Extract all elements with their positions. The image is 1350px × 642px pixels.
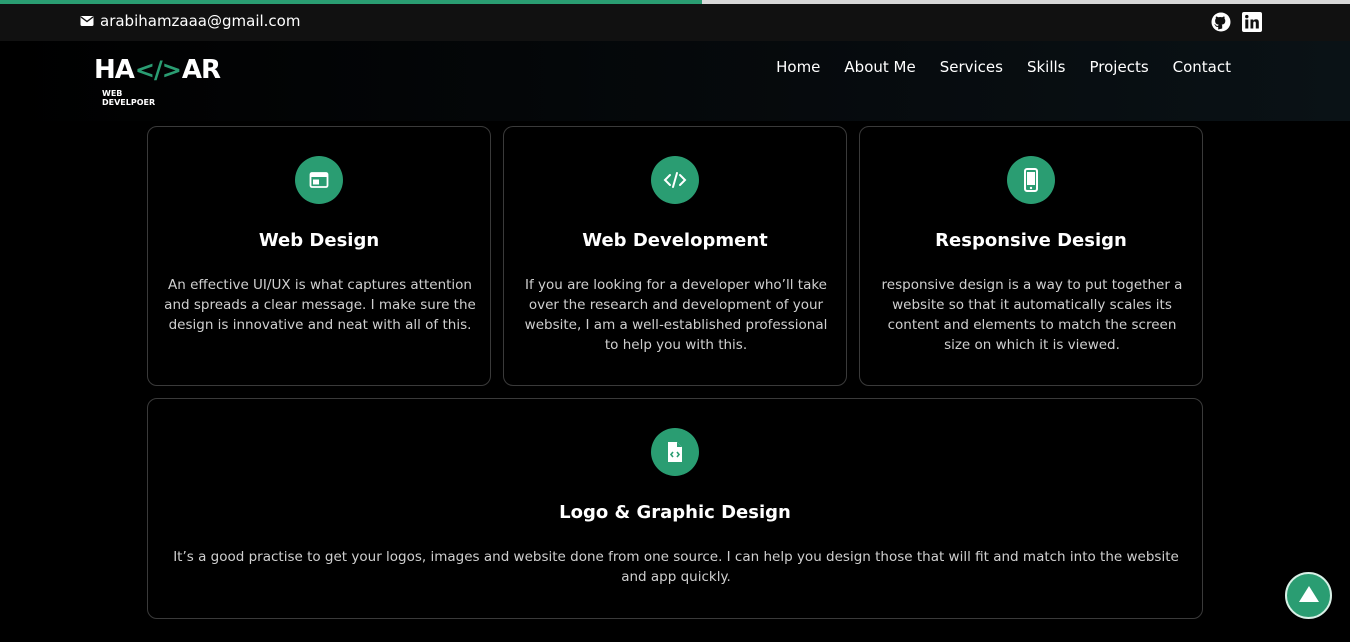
- navbar: HA </> AR WEB DEVELPOER Home About Me Se…: [0, 41, 1350, 121]
- service-description: It’s a good practise to get your logos, …: [173, 549, 1179, 585]
- service-title: Web Design: [258, 230, 380, 251]
- scroll-to-top-button[interactable]: [1285, 572, 1332, 619]
- code-icon: [651, 156, 699, 204]
- contact-email[interactable]: arabihamzaaa@gmail.com: [80, 12, 300, 30]
- service-title: Web Development: [582, 230, 768, 251]
- nav-home[interactable]: Home: [776, 58, 820, 76]
- envelope-icon: [80, 14, 94, 28]
- service-card-web-design: Web Design An effective UI/UX is what ca…: [147, 126, 491, 386]
- email-text: arabihamzaaa@gmail.com: [100, 12, 301, 30]
- logo-code-glyph: </>: [134, 56, 182, 84]
- nav-skills[interactable]: Skills: [1027, 58, 1066, 76]
- service-title: Logo & Graphic Design: [559, 502, 791, 523]
- file-code-icon: [651, 428, 699, 476]
- linkedin-icon[interactable]: [1242, 12, 1262, 32]
- nav-services[interactable]: Services: [940, 58, 1003, 76]
- service-description: responsive design is a way to put togeth…: [881, 277, 1183, 353]
- nav-projects[interactable]: Projects: [1090, 58, 1149, 76]
- nav-contact[interactable]: Contact: [1173, 58, 1231, 76]
- main-nav: Home About Me Services Skills Projects C…: [776, 58, 1231, 76]
- service-card-web-development: Web Development If you are looking for a…: [503, 126, 847, 386]
- service-card-responsive-design: Responsive Design responsive design is a…: [859, 126, 1203, 386]
- triangle-up-icon: [1298, 585, 1320, 607]
- logo-text-left: HA: [94, 55, 135, 85]
- logo-text-right: AR: [181, 55, 221, 85]
- github-icon[interactable]: [1211, 12, 1231, 32]
- service-description: An effective UI/UX is what captures atte…: [164, 277, 476, 333]
- site-logo[interactable]: HA </> AR WEB DEVELPOER: [94, 55, 221, 111]
- browser-window-icon: [295, 156, 343, 204]
- service-title: Responsive Design: [935, 230, 1127, 251]
- nav-about-me[interactable]: About Me: [844, 58, 915, 76]
- social-links: [1211, 12, 1262, 32]
- logo-subtitle: WEB DEVELPOER: [102, 89, 156, 107]
- top-bar: arabihamzaaa@gmail.com: [0, 4, 1350, 41]
- service-card-logo-graphic-design: Logo & Graphic Design It’s a good practi…: [147, 398, 1203, 619]
- mobile-phone-icon: [1007, 156, 1055, 204]
- service-description: If you are looking for a developer who’l…: [524, 277, 828, 353]
